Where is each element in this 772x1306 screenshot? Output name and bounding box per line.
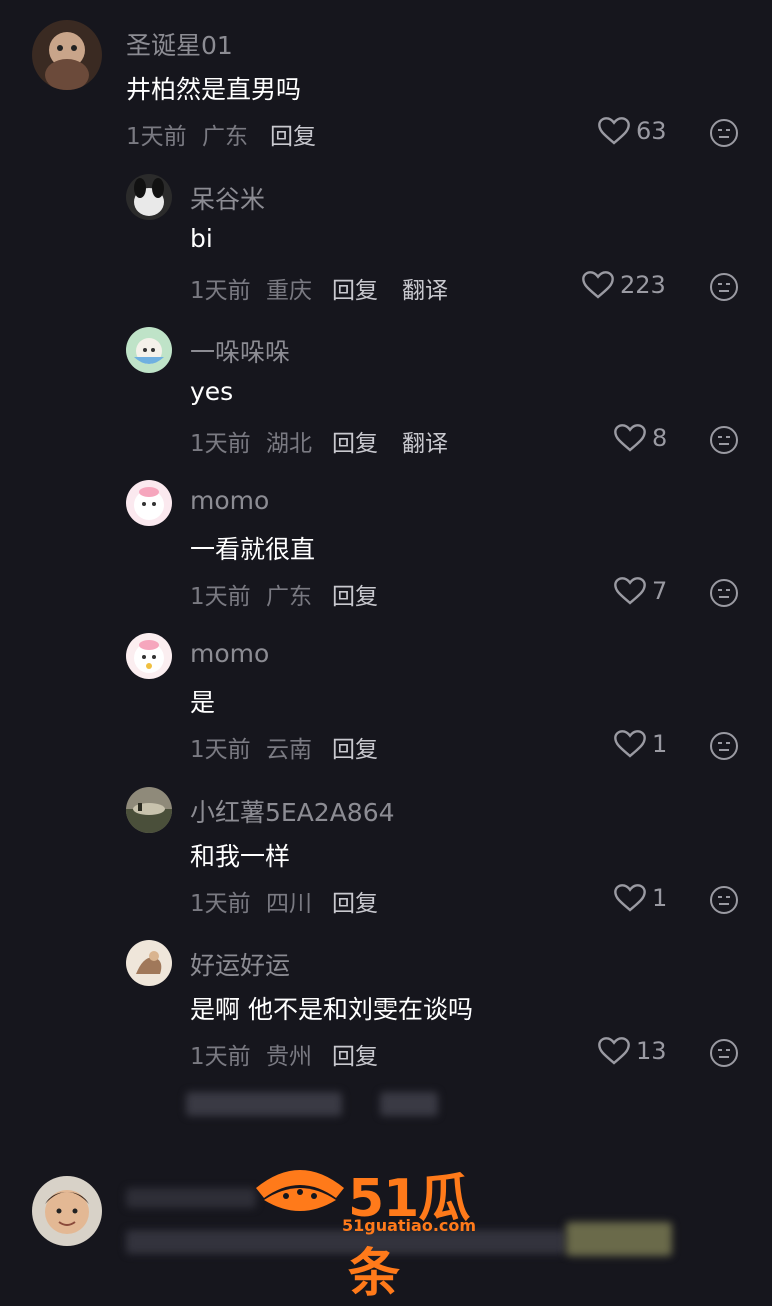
heart-icon xyxy=(582,271,614,299)
username[interactable]: momo xyxy=(190,639,269,668)
comment-text: 井柏然是直男吗 xyxy=(126,75,302,104)
location: 贵州 xyxy=(265,1044,312,1070)
comment-text: bi xyxy=(190,224,213,253)
dislike-face-icon[interactable] xyxy=(709,578,739,608)
comment-meta: 1天前 重庆 xyxy=(190,271,312,305)
avatar[interactable] xyxy=(126,787,172,833)
blurred-username xyxy=(126,1188,256,1208)
blurred-emoji xyxy=(566,1222,672,1256)
like-button[interactable]: 13 xyxy=(598,1036,667,1066)
comment-text: 是啊 他不是和刘雯在谈吗 xyxy=(190,995,473,1024)
reply-button[interactable]: 回复 xyxy=(332,271,378,305)
avatar[interactable] xyxy=(126,633,172,679)
reply-button[interactable]: 回复 xyxy=(332,424,378,458)
heart-icon xyxy=(614,577,646,605)
dislike-face-icon[interactable] xyxy=(709,118,739,148)
like-button[interactable]: 1 xyxy=(614,883,667,913)
dislike-face-icon[interactable] xyxy=(709,425,739,455)
watermelon-icon xyxy=(256,1170,344,1211)
timestamp: 1天前 xyxy=(190,278,251,304)
reply-button[interactable]: 回复 xyxy=(332,884,378,918)
dislike-face-icon[interactable] xyxy=(709,731,739,761)
like-count: 8 xyxy=(652,424,668,452)
reply-button[interactable]: 回复 xyxy=(332,577,378,611)
location: 重庆 xyxy=(265,278,312,304)
location: 四川 xyxy=(265,891,312,917)
username[interactable]: 圣诞星01 xyxy=(126,26,233,62)
watermark-url: 51guatiao.com xyxy=(342,1216,477,1235)
dislike-face-icon[interactable] xyxy=(709,1038,739,1068)
reply-button[interactable]: 回复 xyxy=(332,730,378,764)
heart-icon xyxy=(614,424,646,452)
avatar[interactable] xyxy=(126,480,172,526)
timestamp: 1天前 xyxy=(190,891,251,917)
timestamp: 1天前 xyxy=(190,584,251,610)
blurred-expand-replies[interactable] xyxy=(186,1092,342,1116)
heart-icon xyxy=(614,730,646,758)
avatar[interactable] xyxy=(126,174,172,220)
like-button[interactable]: 8 xyxy=(614,423,667,453)
username[interactable]: 小红薯5EA2A864 xyxy=(190,793,395,829)
comment-meta: 1天前 云南 xyxy=(190,730,312,764)
username[interactable]: 一哚哚哚 xyxy=(190,333,290,369)
comment-text: 和我一样 xyxy=(190,842,291,871)
blurred-collapse-replies[interactable] xyxy=(380,1092,438,1116)
like-button[interactable]: 223 xyxy=(582,270,666,300)
username[interactable]: momo xyxy=(190,486,269,515)
heart-icon xyxy=(598,117,630,145)
timestamp: 1天前 xyxy=(190,1044,251,1070)
timestamp: 1天前 xyxy=(190,737,251,763)
avatar[interactable] xyxy=(126,940,172,986)
like-count: 1 xyxy=(652,884,668,912)
reply-button[interactable]: 回复 xyxy=(270,117,316,151)
comment-text: 一看就很直 xyxy=(190,535,316,564)
avatar[interactable] xyxy=(32,20,102,90)
dislike-face-icon[interactable] xyxy=(709,885,739,915)
comment-meta: 1天前 四川 xyxy=(190,884,312,918)
comment-text: yes xyxy=(190,377,234,406)
location: 湖北 xyxy=(265,431,312,457)
like-button[interactable]: 63 xyxy=(598,116,667,146)
timestamp: 1天前 xyxy=(126,124,187,150)
comment-meta: 1天前 贵州 xyxy=(190,1037,312,1071)
location: 广东 xyxy=(265,584,312,610)
like-count: 13 xyxy=(636,1037,667,1065)
timestamp: 1天前 xyxy=(190,431,251,457)
like-button[interactable]: 7 xyxy=(614,576,667,606)
comment-meta: 1天前 广东 xyxy=(190,577,312,611)
watermark-logo: 51瓜条 51guatiao.com xyxy=(250,1158,520,1304)
comment-meta: 1天前 湖北 xyxy=(190,424,312,458)
like-count: 7 xyxy=(652,577,668,605)
heart-icon xyxy=(614,884,646,912)
comment-text: 是 xyxy=(190,688,216,717)
reply-button[interactable]: 回复 xyxy=(332,1037,378,1071)
location: 广东 xyxy=(201,124,248,150)
username[interactable]: 好运好运 xyxy=(190,946,290,982)
like-count: 1 xyxy=(652,730,668,758)
location: 云南 xyxy=(265,737,312,763)
translate-button[interactable]: 翻译 xyxy=(402,424,448,458)
username[interactable]: 呆谷米 xyxy=(190,180,265,216)
like-count: 223 xyxy=(620,271,666,299)
like-button[interactable]: 1 xyxy=(614,729,667,759)
like-count: 63 xyxy=(636,117,667,145)
avatar[interactable] xyxy=(126,327,172,373)
heart-icon xyxy=(598,1037,630,1065)
comment-meta: 1天前 广东 xyxy=(126,117,248,151)
dislike-face-icon[interactable] xyxy=(709,272,739,302)
translate-button[interactable]: 翻译 xyxy=(402,271,448,305)
avatar[interactable] xyxy=(32,1176,102,1246)
